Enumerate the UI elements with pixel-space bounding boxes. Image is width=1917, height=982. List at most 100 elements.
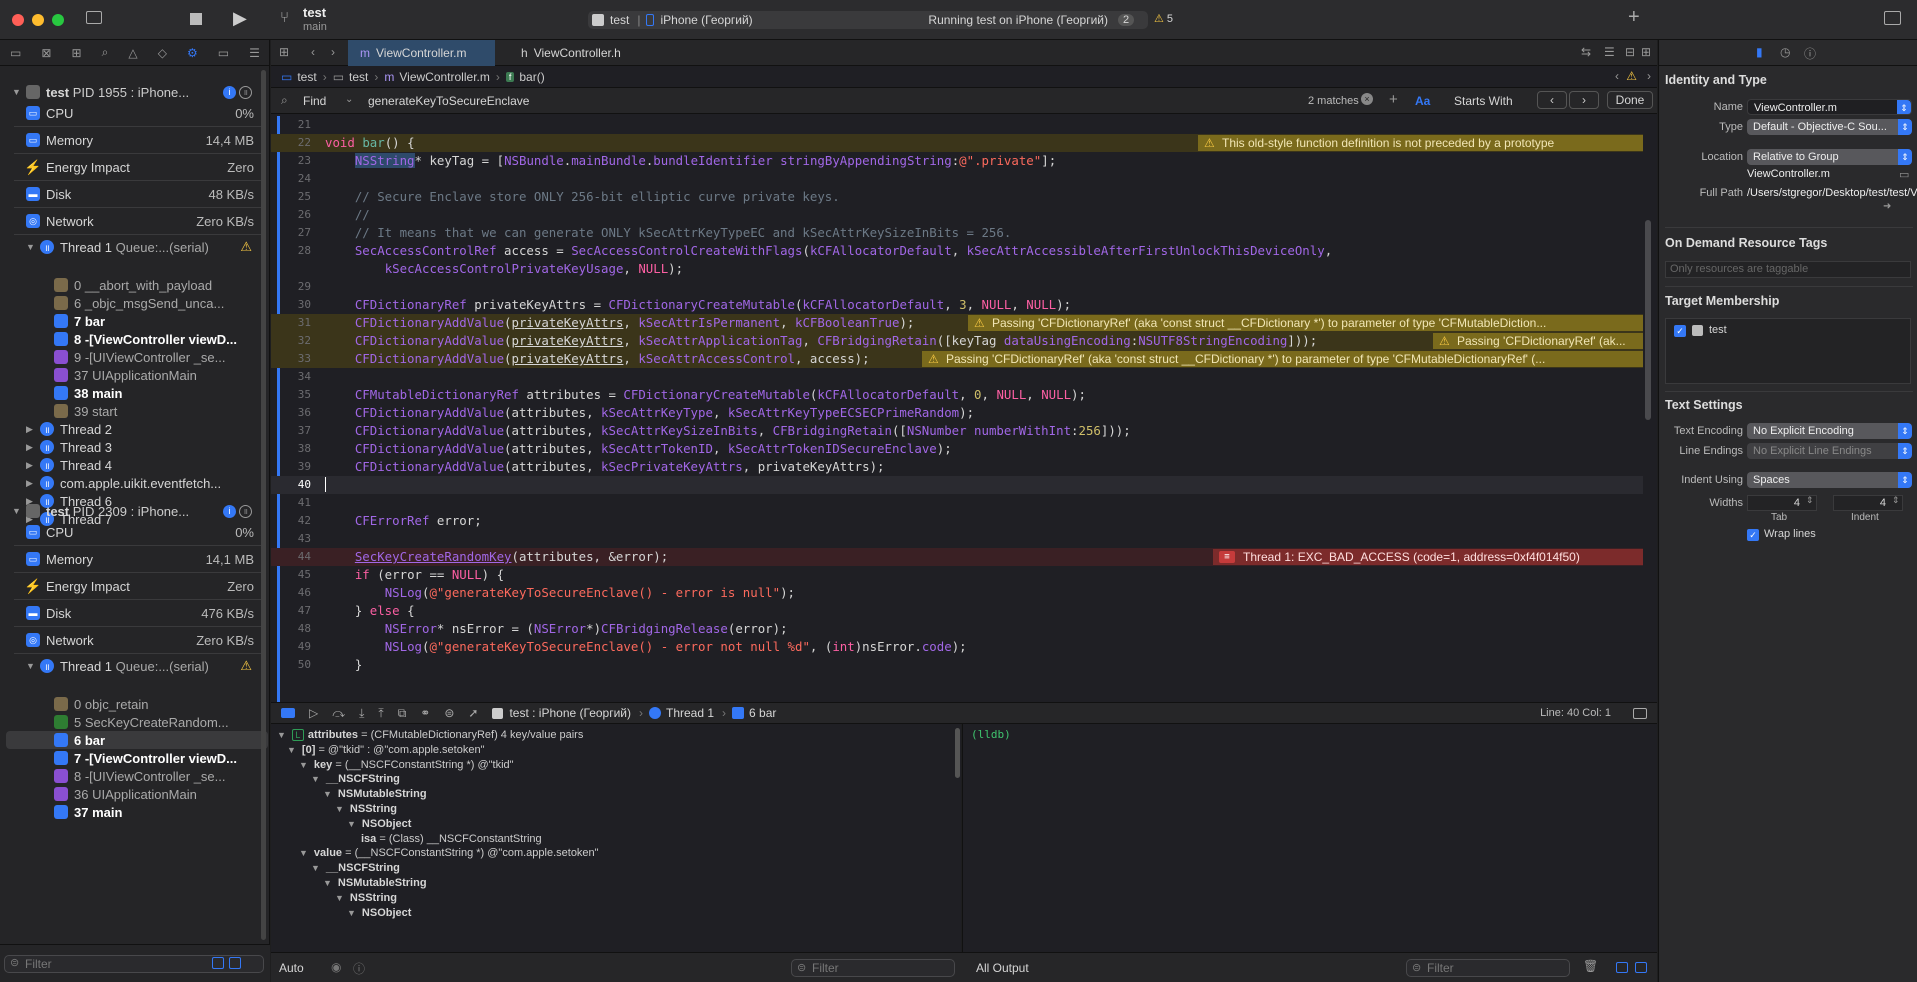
error-annotation[interactable]: Thread 1: EXC_BAD_ACCESS (code=1, addres… xyxy=(1213,549,1643,565)
debug-thread[interactable]: Thread 1 xyxy=(666,706,714,720)
stack-frame[interactable]: 36 UIApplicationMain xyxy=(0,785,262,803)
warning-annotation[interactable]: This old-style function definition is no… xyxy=(1198,135,1643,151)
stack-frame[interactable]: 6 _objc_msgSend_unca... xyxy=(0,294,262,312)
thread-row[interactable]: ▼ ॥ Thread 1 Queue:...(serial) ⚠ xyxy=(0,236,262,258)
step-into-icon[interactable]: ⤓ xyxy=(359,706,364,721)
disclosure-icon[interactable]: ▼ xyxy=(299,760,308,770)
warning-annotation[interactable]: Passing 'CFDictionaryRef' (ak... xyxy=(1433,333,1643,349)
breadcrumb-symbol[interactable]: bar() xyxy=(519,70,544,84)
disclosure-icon[interactable]: ▼ xyxy=(323,878,332,888)
file-icon[interactable]: ▮ xyxy=(1756,45,1763,59)
activity-view[interactable]: test | iPhone (Георгий) Running test on … xyxy=(588,11,1148,29)
disclosure-icon[interactable]: ▼ xyxy=(323,789,332,799)
split-icon[interactable]: ⊞ xyxy=(1641,45,1651,59)
disclosure-icon[interactable]: ▼ xyxy=(347,819,356,829)
variables-view[interactable]: ▼ Lattributes = (CFMutableDictionaryRef) … xyxy=(271,724,961,952)
filter-option-icon[interactable] xyxy=(212,957,224,969)
stack-frame[interactable]: 7 bar xyxy=(0,312,262,330)
console-view[interactable]: (lldb) xyxy=(962,724,1657,952)
stepper-icon[interactable]: ⇕ xyxy=(1892,495,1900,506)
stack-frame[interactable]: 37 main xyxy=(0,803,262,821)
disclosure-icon[interactable]: ▼ xyxy=(335,804,344,814)
disclosure-icon[interactable]: ▼ xyxy=(311,863,320,873)
case-sensitive-toggle[interactable]: Aa xyxy=(1415,94,1430,108)
stack-frame[interactable]: 6 bar xyxy=(6,731,268,749)
folder-icon[interactable]: ▭ xyxy=(1899,168,1909,181)
name-field[interactable]: ViewController.m xyxy=(1747,99,1912,115)
continue-icon[interactable]: ▷ xyxy=(309,706,318,720)
history-icon[interactable]: ◷ xyxy=(1780,45,1790,59)
prev-issue-icon[interactable]: ‹ xyxy=(1615,69,1619,83)
breadcrumb-folder[interactable]: test xyxy=(349,70,368,84)
target-checkbox[interactable]: ✓ xyxy=(1674,325,1686,337)
options-icon[interactable]: ☰ xyxy=(1604,45,1615,59)
warning-icon[interactable]: ⚠ xyxy=(1626,69,1637,83)
trash-icon[interactable]: 🗑 xyxy=(1583,959,1598,973)
disclosure-icon[interactable]: ▼ xyxy=(287,745,296,755)
gauge-energy[interactable]: ⚡ Energy Impact Zero xyxy=(0,156,262,178)
close-window-button[interactable] xyxy=(12,14,24,26)
warning-count[interactable]: ⚠ 5 xyxy=(1154,12,1173,26)
process-row[interactable]: ▼ test PID 1955 : iPhone... i ॥ xyxy=(0,81,262,103)
variable-row[interactable]: ▼ NSObject xyxy=(347,904,411,922)
step-over-icon[interactable]: ⤼ xyxy=(332,706,345,721)
stack-frame[interactable]: 0 objc_retain xyxy=(0,695,262,713)
thread-row[interactable]: ▼ ॥ Thread 1 Queue:...(serial) ⚠ xyxy=(0,655,262,677)
stack-frame[interactable]: 0 __abort_with_payload xyxy=(0,276,262,294)
inspector-toggle-icon[interactable] xyxy=(1884,11,1901,25)
stack-frame[interactable]: 7 -[ViewController viewD... xyxy=(0,749,262,767)
stack-frame[interactable]: 38 main xyxy=(0,384,262,402)
output-select[interactable]: All Output xyxy=(976,961,1029,975)
disclosure-icon[interactable]: ▼ xyxy=(12,87,22,97)
gauge-disk[interactable]: ▬ Disk 48 KB/s xyxy=(0,183,262,205)
gauge-cpu[interactable]: ▭ CPU 0% xyxy=(0,102,262,124)
line-endings-select[interactable]: No Explicit Line Endings xyxy=(1747,443,1912,459)
grid-icon[interactable]: ⊞ xyxy=(279,45,289,59)
test-icon[interactable]: ◇ xyxy=(158,46,167,60)
breakpoint-icon[interactable]: ▭ xyxy=(218,46,229,60)
refresh-icon[interactable]: ⇆ xyxy=(1581,45,1591,59)
minimize-window-button[interactable] xyxy=(32,14,44,26)
symbol-icon[interactable]: ⊞ xyxy=(72,46,82,60)
thread-row[interactable]: ▶ ॥ Thread 4 xyxy=(0,456,262,474)
console-filter-input[interactable]: Filter xyxy=(1406,959,1570,977)
folder-icon[interactable]: ▭ xyxy=(10,46,21,60)
variables-filter-input[interactable]: Filter xyxy=(791,959,955,977)
gauge-cpu[interactable]: ▭ CPU 0% xyxy=(0,521,262,543)
stack-frame[interactable]: 8 -[ViewController viewD... xyxy=(0,330,262,348)
search-icon[interactable]: ⌕ xyxy=(102,45,109,60)
thread-row[interactable]: ▶ ॥ com.apple.uikit.eventfetch... xyxy=(0,474,262,492)
stack-frame[interactable]: 5 SecKeyCreateRandom... xyxy=(0,713,262,731)
environment-icon[interactable]: ⊜ xyxy=(444,706,454,720)
layout-icon[interactable] xyxy=(1633,707,1647,719)
variables-scrollbar[interactable] xyxy=(955,728,960,778)
disclosure-icon[interactable]: ▼ xyxy=(277,730,286,740)
wrap-lines-checkbox[interactable]: ✓ xyxy=(1747,529,1759,541)
gauge-disk[interactable]: ▬ Disk 476 KB/s xyxy=(0,602,262,624)
filter-option-icon[interactable] xyxy=(229,957,241,969)
breadcrumb-file[interactable]: ViewController.m xyxy=(399,70,489,84)
scheme-name[interactable]: test xyxy=(610,13,629,27)
navigator-filter-input[interactable]: Filter xyxy=(4,955,264,973)
location-select[interactable]: Relative to Group xyxy=(1747,149,1912,165)
tab-viewcontroller-h[interactable]: h ViewController.h xyxy=(509,40,656,66)
pause-icon[interactable]: ॥ xyxy=(239,85,252,99)
disclosure-icon[interactable]: ▼ xyxy=(335,893,344,903)
zoom-window-button[interactable] xyxy=(52,14,64,26)
reveal-icon[interactable]: ➜ xyxy=(1883,201,1891,212)
find-input[interactable]: generateKeyToSecureEnclave xyxy=(368,94,529,108)
gauge-memory[interactable]: ▭ Memory 14,1 MB xyxy=(0,548,262,570)
show-variables-icon[interactable] xyxy=(1616,962,1628,973)
next-issue-icon[interactable]: › xyxy=(1647,69,1651,83)
indent-select[interactable]: Spaces xyxy=(1747,472,1912,488)
debug-process[interactable]: test : iPhone (Георгий) xyxy=(509,706,631,720)
add-icon[interactable]: + xyxy=(1389,91,1398,108)
debug-frame[interactable]: 6 bar xyxy=(749,706,776,720)
stack-frame[interactable]: 9 -[UIViewController _se... xyxy=(0,348,262,366)
tab-viewcontroller-m[interactable]: m ViewController.m xyxy=(348,40,495,66)
issue-icon[interactable]: △ xyxy=(128,46,137,60)
related-icon[interactable]: ⊟ xyxy=(1625,45,1635,59)
view-hierarchy-icon[interactable]: ⧉ xyxy=(398,706,407,721)
encoding-select[interactable]: No Explicit Encoding xyxy=(1747,423,1912,439)
auto-select[interactable]: Auto xyxy=(279,961,304,975)
